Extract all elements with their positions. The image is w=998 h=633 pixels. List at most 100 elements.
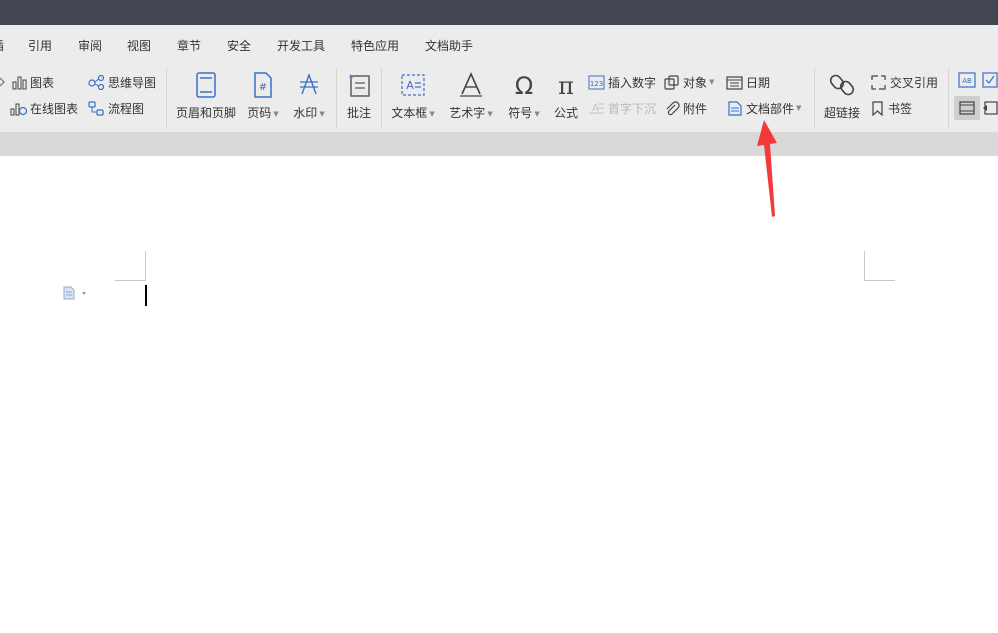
watermark-dropdown-icon[interactable]: ▼ — [319, 110, 324, 118]
paperclip-icon — [666, 100, 680, 115]
hyperlink-button[interactable]: 超链接 — [820, 70, 864, 126]
wordart-dropdown-icon[interactable]: ▼ — [487, 110, 492, 118]
page-number-dropdown-icon[interactable]: ▼ — [273, 110, 278, 118]
bookmark-label: 书签 — [888, 101, 913, 116]
hyperlink-label: 超链接 — [823, 106, 860, 120]
title-bar — [0, 0, 998, 25]
watermark-icon — [300, 72, 318, 95]
ribbon-separator — [381, 68, 382, 128]
doc-parts-label: 文档部件 — [746, 101, 795, 116]
flowchart-icon — [88, 100, 104, 116]
form-field-toggle[interactable] — [954, 96, 980, 120]
form-field-icon — [959, 101, 975, 115]
bookmark-button[interactable]: 书签 — [870, 98, 912, 118]
textbox-label: 文本框 — [391, 106, 428, 120]
textbox-icon: A — [401, 74, 425, 96]
insert-number-label: 插入数字 — [608, 75, 657, 90]
ribbon-separator — [948, 68, 949, 128]
page-corner-mark-right-h — [864, 280, 895, 281]
page-number-icon: # — [254, 72, 272, 98]
symbol-label: 符号 — [508, 106, 533, 120]
tab-security[interactable]: 安全 — [227, 37, 251, 54]
wordart-button[interactable]: 艺术字 ▼ — [446, 70, 496, 126]
page-corner-mark-left-h — [115, 280, 146, 281]
drop-cap-icon: A — [589, 103, 604, 114]
paragraph-layout-icon[interactable] — [62, 286, 90, 300]
watermark-label: 水印 — [293, 106, 318, 120]
svg-text:A: A — [406, 79, 414, 92]
svg-text:123: 123 — [590, 80, 603, 88]
comment-button[interactable]: * 批注 — [342, 70, 376, 126]
ribbon: 图表 思维导图 在线图表 流程图 页眉和页脚 # 页码 ▼ 水印 ▼ * 批注 … — [0, 64, 998, 132]
attachment-button[interactable]: 附件 — [664, 98, 707, 118]
svg-text:π: π — [558, 72, 574, 98]
header-footer-button[interactable]: 页眉和页脚 — [174, 70, 238, 126]
tab-special[interactable]: 特色应用 — [351, 37, 399, 54]
doc-parts-dropdown-icon[interactable]: ▼ — [796, 104, 801, 112]
omega-symbol-icon: Ω — [515, 72, 533, 98]
svg-text:A: A — [592, 103, 599, 114]
formula-button[interactable]: π 公式 — [550, 70, 582, 126]
doc-parts-button[interactable]: 文档部件 ▼ — [726, 98, 801, 118]
drop-cap-label: 首字下沉 — [608, 101, 657, 116]
watermark-button[interactable]: 水印 ▼ — [290, 70, 328, 126]
online-chart-label: 在线图表 — [30, 101, 79, 116]
cross-ref-icon — [871, 74, 886, 90]
object-button[interactable]: 对象 ▼ — [664, 72, 714, 92]
cross-ref-button[interactable]: 交叉引用 — [870, 72, 938, 92]
mindmap-button[interactable]: 思维导图 — [88, 72, 156, 92]
tab-chapter[interactable]: 章节 — [177, 37, 201, 54]
ribbon-separator — [814, 68, 815, 128]
page-corner-mark-right — [864, 251, 865, 281]
mindmap-label: 思维导图 — [108, 75, 157, 90]
object-label: 对象 — [683, 75, 708, 90]
hyperlink-chain-icon — [829, 74, 855, 96]
symbol-button[interactable]: Ω 符号 ▼ — [504, 70, 544, 126]
tab-insert[interactable]: 插 — [0, 37, 4, 54]
page-number-label: 页码 — [247, 106, 272, 120]
ribbon-bottom-bar — [0, 132, 998, 156]
comment-icon: * — [349, 74, 370, 97]
chart-label: 图表 — [30, 75, 55, 90]
online-chart-button[interactable]: 在线图表 — [10, 98, 78, 118]
document-canvas[interactable] — [0, 156, 998, 633]
tab-dev-tools[interactable]: 开发工具 — [277, 37, 325, 54]
object-icon — [664, 74, 679, 90]
textbox-button[interactable]: A 文本框 ▼ — [389, 70, 437, 126]
tab-assistant[interactable]: 文档助手 — [425, 37, 473, 54]
tab-view[interactable]: 视图 — [127, 37, 151, 54]
insert-number-button[interactable]: 123 插入数字 — [588, 72, 656, 92]
page-number-button[interactable]: # 页码 ▼ — [244, 70, 282, 126]
date-button[interactable]: 日期 — [726, 72, 770, 92]
bookmark-icon — [872, 100, 883, 116]
partial-icon — [0, 77, 5, 87]
textbox-dropdown-icon[interactable]: ▼ — [429, 110, 434, 118]
insert-number-icon: 123 — [588, 75, 605, 89]
flowchart-button[interactable]: 流程图 — [88, 98, 144, 118]
checkbox-field-icon[interactable] — [982, 72, 998, 88]
text-field-icon[interactable]: AB — [958, 72, 976, 88]
page-corner-mark-left — [145, 251, 146, 281]
undo-field-icon[interactable] — [982, 100, 998, 116]
formula-label: 公式 — [553, 106, 578, 120]
tab-cite[interactable]: 引用 — [28, 37, 52, 54]
mindmap-icon — [88, 74, 105, 90]
calendar-icon — [726, 75, 743, 90]
attachment-label: 附件 — [683, 101, 708, 116]
doc-parts-icon — [728, 100, 742, 116]
text-cursor — [145, 285, 147, 306]
svg-text:AB: AB — [962, 77, 972, 85]
tab-review[interactable]: 审阅 — [78, 37, 102, 54]
drop-cap-button[interactable]: A 首字下沉 — [588, 98, 656, 118]
svg-text:*: * — [349, 74, 354, 84]
object-dropdown-icon[interactable]: ▼ — [709, 78, 714, 86]
menu-tabs-bar: 插 引用 审阅 视图 章节 安全 开发工具 特色应用 文档助手 — [0, 25, 998, 64]
comment-label: 批注 — [346, 106, 371, 120]
cross-ref-label: 交叉引用 — [890, 75, 939, 90]
wordart-icon — [460, 72, 482, 97]
header-footer-label: 页眉和页脚 — [175, 106, 236, 120]
chart-button[interactable]: 图表 — [12, 72, 54, 92]
symbol-dropdown-icon[interactable]: ▼ — [534, 110, 539, 118]
wordart-label: 艺术字 — [449, 106, 486, 120]
date-label: 日期 — [746, 75, 771, 90]
